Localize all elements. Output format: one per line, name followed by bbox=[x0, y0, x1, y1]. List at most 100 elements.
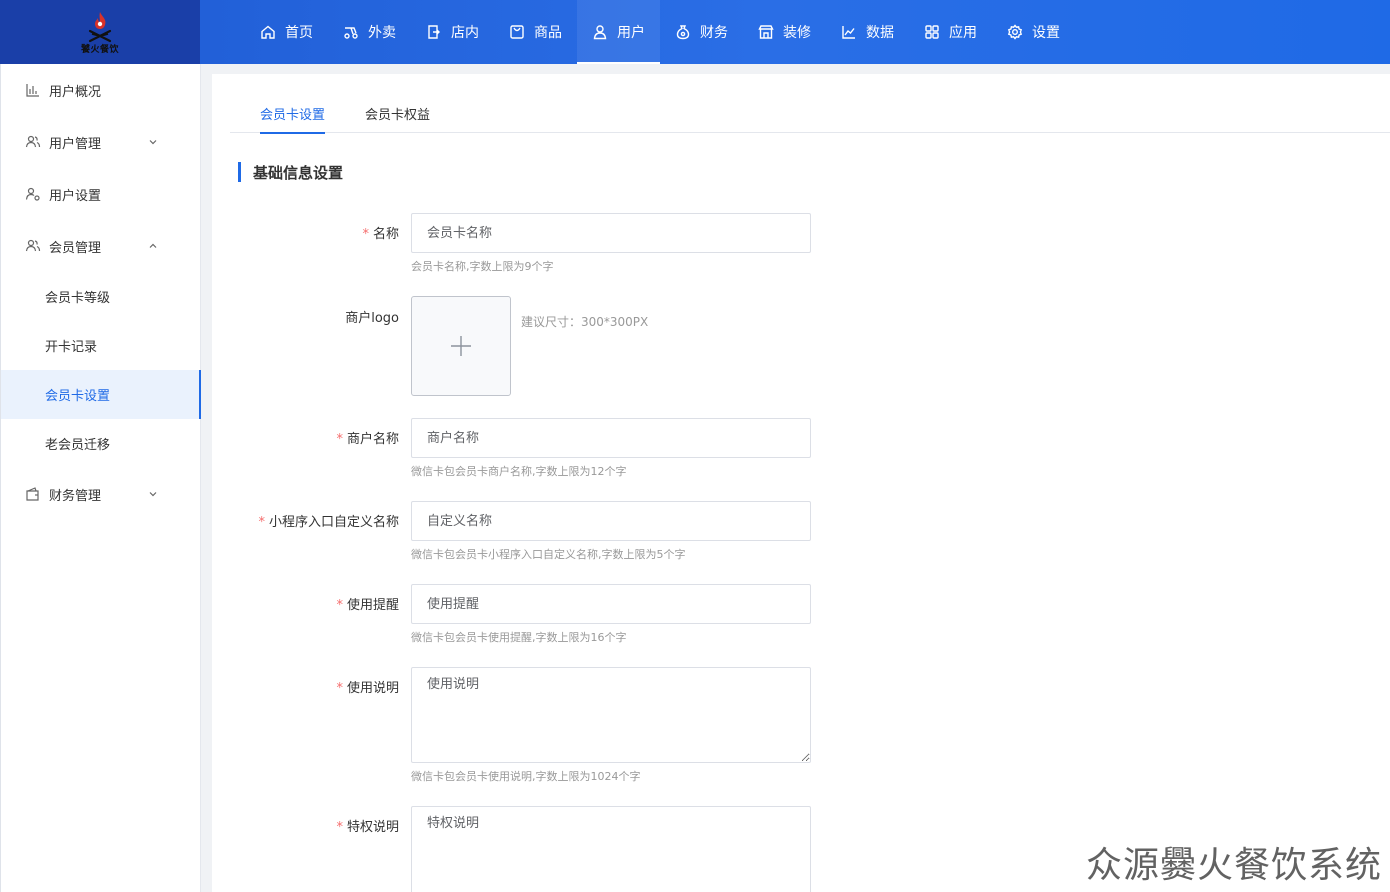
field-label: * 小程序入口自定义名称 bbox=[258, 511, 399, 530]
sidebar-subitem-member-migration[interactable]: 老会员迁移 bbox=[1, 419, 200, 468]
sidebar-subitem-card-levels[interactable]: 会员卡等级 bbox=[1, 272, 200, 321]
tab-bar: 会员卡设置 会员卡权益 bbox=[230, 94, 1390, 134]
nav-apps[interactable]: 应用 bbox=[909, 0, 992, 64]
chevron-up-icon bbox=[149, 243, 157, 248]
field-hint: 微信卡包会员卡使用提醒,字数上限为16个字 bbox=[411, 631, 627, 644]
field-label-text: 特权说明 bbox=[346, 820, 399, 835]
field-label-text: 小程序入口自定义名称 bbox=[268, 515, 399, 530]
sidebar-subitem-label: 会员卡设置 bbox=[45, 389, 111, 404]
gear-icon bbox=[1007, 24, 1023, 40]
nav-decor[interactable]: 装修 bbox=[743, 0, 826, 64]
required-mark: * bbox=[258, 515, 265, 530]
nav-goods[interactable]: 商品 bbox=[494, 0, 577, 64]
tab-card-settings[interactable]: 会员卡设置 bbox=[260, 94, 326, 134]
main-content: 会员卡设置 会员卡权益 基础信息设置 *名称 会员卡名称,字数上限为9个字 商户… bbox=[212, 74, 1390, 892]
sidebar-item-label: 用户管理 bbox=[49, 136, 102, 152]
chevron-down-icon bbox=[149, 492, 157, 497]
nav-settings-label: 设置 bbox=[1032, 25, 1060, 41]
nav-delivery-label: 外卖 bbox=[368, 25, 396, 41]
field-label: * 商户名称 bbox=[336, 428, 399, 447]
field-label: * 使用提醒 bbox=[336, 594, 399, 613]
nav-data[interactable]: 数据 bbox=[826, 0, 909, 64]
field-label-text: 名称 bbox=[372, 227, 399, 242]
goods-icon bbox=[510, 25, 524, 39]
required-mark: * bbox=[336, 598, 343, 613]
reminder-input[interactable] bbox=[411, 584, 811, 624]
nav-user-label: 用户 bbox=[617, 25, 645, 41]
required-mark: * bbox=[336, 820, 343, 835]
store-icon bbox=[428, 25, 440, 39]
wallet-icon bbox=[26, 487, 39, 501]
nav-user[interactable]: 用户 bbox=[577, 0, 660, 64]
field-hint: 微信卡包会员卡商户名称,字数上限为12个字 bbox=[411, 465, 627, 478]
field-label: * 名称 bbox=[362, 223, 399, 242]
nav-finance[interactable]: 财务 bbox=[660, 0, 743, 64]
sidebar-item-finance-management[interactable]: 财务管理 bbox=[1, 468, 200, 520]
logo-size-hint: 建议尺寸：300*300PX bbox=[521, 315, 649, 329]
sidebar-item-label: 财务管理 bbox=[49, 488, 102, 504]
nav-store-label: 店内 bbox=[451, 25, 479, 41]
sidebar-subitem-label: 开卡记录 bbox=[45, 340, 98, 355]
nav-data-label: 数据 bbox=[866, 25, 894, 41]
plus-icon bbox=[451, 336, 471, 356]
required-mark: * bbox=[336, 681, 343, 696]
field-label: * 使用说明 bbox=[336, 677, 399, 696]
field-hint: 微信卡包会员卡小程序入口自定义名称,字数上限为5个字 bbox=[411, 548, 686, 561]
sidebar-subitem-card-settings[interactable]: 会员卡设置 bbox=[1, 370, 201, 419]
home-icon bbox=[261, 25, 275, 39]
delivery-icon bbox=[344, 27, 358, 39]
field-label-text: 使用提醒 bbox=[346, 598, 399, 613]
nav-apps-label: 应用 bbox=[949, 25, 977, 41]
merchant-name-input[interactable] bbox=[411, 418, 811, 458]
sidebar-item-label: 用户概况 bbox=[49, 84, 102, 100]
field-label: 商户logo bbox=[345, 307, 399, 326]
sidebar-item-member-management[interactable]: 会员管理 bbox=[1, 220, 200, 272]
fire-logo-icon bbox=[88, 11, 112, 42]
nav-home[interactable]: 首页 bbox=[245, 0, 328, 64]
nav-goods-label: 商品 bbox=[534, 25, 562, 41]
brand-logo[interactable]: 饕火餐饮 bbox=[0, 0, 200, 64]
sidebar-item-label: 会员管理 bbox=[49, 240, 102, 256]
sidebar-item-label: 用户设置 bbox=[49, 188, 102, 204]
nav-store[interactable]: 店内 bbox=[411, 0, 494, 64]
main-nav: 首页 外卖 店内 商品 用户 财务 装修 数据 应用 设置 bbox=[245, 0, 1075, 64]
field-hint: 微信卡包会员卡使用说明,字数上限为1024个字 bbox=[411, 770, 641, 783]
sidebar-subitem-label: 老会员迁移 bbox=[45, 438, 111, 453]
field-label-text: 商户名称 bbox=[346, 432, 399, 447]
nav-finance-label: 财务 bbox=[700, 25, 728, 41]
brand-name: 饕火餐饮 bbox=[80, 44, 119, 55]
instructions-textarea[interactable] bbox=[411, 667, 811, 763]
sidebar-item-user-overview[interactable]: 用户概况 bbox=[1, 64, 200, 116]
sidebar-item-user-settings[interactable]: 用户设置 bbox=[1, 168, 200, 220]
required-mark: * bbox=[362, 227, 369, 242]
users-icon bbox=[25, 239, 41, 252]
apps-icon bbox=[925, 25, 939, 39]
sidebar: 用户概况 用户管理 用户设置 会员管理 会员卡等级 开卡记录 会员卡设置 老会员… bbox=[0, 64, 201, 892]
chevron-down-icon bbox=[149, 140, 157, 145]
logo-upload-button[interactable] bbox=[411, 296, 511, 396]
nav-decor-label: 装修 bbox=[783, 25, 811, 41]
sidebar-subitem-label: 会员卡等级 bbox=[45, 291, 111, 306]
money-bag-icon bbox=[676, 25, 690, 40]
bar-chart-icon bbox=[26, 84, 39, 97]
nav-settings[interactable]: 设置 bbox=[992, 0, 1075, 64]
field-label-text: 使用说明 bbox=[346, 681, 399, 696]
chart-icon bbox=[842, 26, 855, 39]
tab-card-benefits[interactable]: 会员卡权益 bbox=[365, 94, 430, 133]
card-name-input[interactable] bbox=[411, 213, 811, 253]
sidebar-subitem-card-records[interactable]: 开卡记录 bbox=[1, 321, 200, 370]
sidebar-item-user-management[interactable]: 用户管理 bbox=[1, 116, 200, 168]
watermark: 众源爨火餐饮系统 bbox=[1085, 845, 1382, 886]
privilege-textarea[interactable] bbox=[411, 806, 811, 892]
user-settings-icon bbox=[25, 187, 40, 201]
section-title: 基础信息设置 bbox=[238, 162, 343, 182]
mini-entry-name-input[interactable] bbox=[411, 501, 811, 541]
shop-decor-icon bbox=[758, 25, 774, 39]
nav-delivery[interactable]: 外卖 bbox=[328, 0, 411, 64]
field-label: * 特权说明 bbox=[336, 816, 399, 835]
users-icon bbox=[25, 135, 41, 148]
nav-home-label: 首页 bbox=[285, 25, 313, 41]
required-mark: * bbox=[336, 432, 343, 447]
field-label-text: 商户logo bbox=[345, 311, 399, 326]
top-navbar: 饕火餐饮 首页 外卖 店内 商品 用户 财务 装修 数据 应用 设置 bbox=[0, 0, 1390, 64]
